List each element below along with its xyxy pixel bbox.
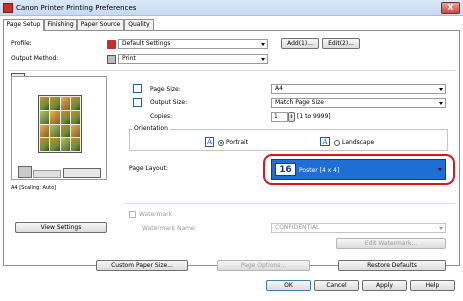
apply-button[interactable]: Apply bbox=[362, 280, 407, 291]
poster-preview-page bbox=[38, 95, 82, 153]
page-options-button[interactable]: Page Options... bbox=[217, 260, 310, 271]
copies-input[interactable]: 1 bbox=[271, 112, 288, 122]
profile-value: Default Settings bbox=[122, 40, 171, 47]
page-layout-value: Poster [4 x 4] bbox=[299, 167, 340, 174]
restore-defaults-button[interactable]: Restore Defaults bbox=[338, 260, 446, 271]
copies-range: [1 to 9999] bbox=[297, 113, 331, 120]
page-size-icon bbox=[133, 84, 142, 93]
window-title: Canon Printer Printing Preferences bbox=[16, 4, 137, 12]
finishing-status-icons bbox=[63, 168, 101, 178]
tab-finishing[interactable]: Finishing bbox=[44, 19, 77, 30]
output-size-icon bbox=[133, 98, 142, 107]
landscape-label: Landscape bbox=[342, 139, 375, 146]
copies-stepper[interactable]: ⇕ bbox=[288, 112, 295, 122]
chevron-down-icon bbox=[261, 58, 265, 61]
help-button[interactable]: Help bbox=[410, 280, 455, 291]
ok-button[interactable]: OK bbox=[266, 280, 311, 291]
tab-quality[interactable]: Quality bbox=[124, 19, 154, 30]
edit-profile-button[interactable]: Edit(2)... bbox=[322, 38, 360, 49]
close-button[interactable]: X bbox=[441, 2, 460, 14]
orientation-label: Orientation bbox=[132, 125, 170, 132]
landscape-radio[interactable] bbox=[334, 140, 340, 146]
chevron-down-icon bbox=[261, 43, 265, 46]
output-method-label: Output Method: bbox=[11, 55, 59, 62]
chevron-down-icon bbox=[439, 227, 443, 230]
divider bbox=[8, 70, 456, 71]
watermark-checkbox[interactable] bbox=[129, 211, 136, 218]
profile-label: Profile: bbox=[11, 40, 32, 47]
copies-label: Copies: bbox=[150, 113, 173, 120]
page-layout-select[interactable]: 16 Poster [4 x 4] bbox=[271, 159, 446, 180]
tab-paper-source[interactable]: Paper Source bbox=[77, 19, 124, 30]
printer-app-icon bbox=[3, 3, 13, 13]
page-size-value: A4 bbox=[275, 85, 283, 92]
paper-path-icons bbox=[33, 170, 61, 178]
divider bbox=[125, 203, 456, 204]
page-size-select[interactable]: A4 bbox=[271, 84, 446, 94]
chevron-down-icon bbox=[438, 168, 442, 171]
chevron-down-icon bbox=[439, 102, 443, 105]
preview-caption: A4 [Scaling: Auto] bbox=[11, 185, 57, 191]
watermark-name-value: CONFIDENTIAL bbox=[275, 224, 320, 231]
page-size-label: Page Size: bbox=[150, 86, 181, 93]
page-layout-label: Page Layout: bbox=[129, 165, 168, 172]
edit-watermark-button[interactable]: Edit Watermark... bbox=[336, 238, 446, 249]
output-method-value: Print bbox=[122, 55, 136, 62]
printer-icon bbox=[107, 55, 116, 64]
portrait-icon: A bbox=[205, 137, 214, 147]
profile-icon bbox=[107, 40, 116, 49]
profile-select[interactable]: Default Settings bbox=[118, 39, 268, 49]
tab-page-setup[interactable]: Page Setup bbox=[3, 19, 44, 31]
layout-preview bbox=[11, 76, 107, 180]
watermark-label: Watermark bbox=[139, 211, 173, 218]
poster-badge-icon: 16 bbox=[275, 163, 296, 176]
landscape-icon: A bbox=[320, 137, 330, 146]
watermark-name-label: Watermark Name: bbox=[142, 225, 197, 232]
output-size-select[interactable]: Match Page Size bbox=[271, 98, 446, 108]
custom-paper-size-button[interactable]: Custom Paper Size... bbox=[96, 260, 188, 271]
output-size-value: Match Page Size bbox=[275, 99, 324, 106]
output-size-label: Output Size: bbox=[150, 99, 188, 106]
portrait-label: Portrait bbox=[226, 139, 249, 146]
chevron-down-icon bbox=[439, 88, 443, 91]
output-method-select[interactable]: Print bbox=[118, 54, 268, 64]
add-profile-button[interactable]: Add(1)... bbox=[281, 38, 319, 49]
watermark-name-select[interactable]: CONFIDENTIAL bbox=[271, 223, 446, 233]
portrait-radio[interactable] bbox=[218, 140, 224, 146]
printer-device-icon bbox=[18, 166, 32, 178]
view-settings-button[interactable]: View Settings bbox=[15, 222, 107, 233]
orientation-group bbox=[129, 129, 448, 151]
cancel-button[interactable]: Cancel bbox=[314, 280, 359, 291]
